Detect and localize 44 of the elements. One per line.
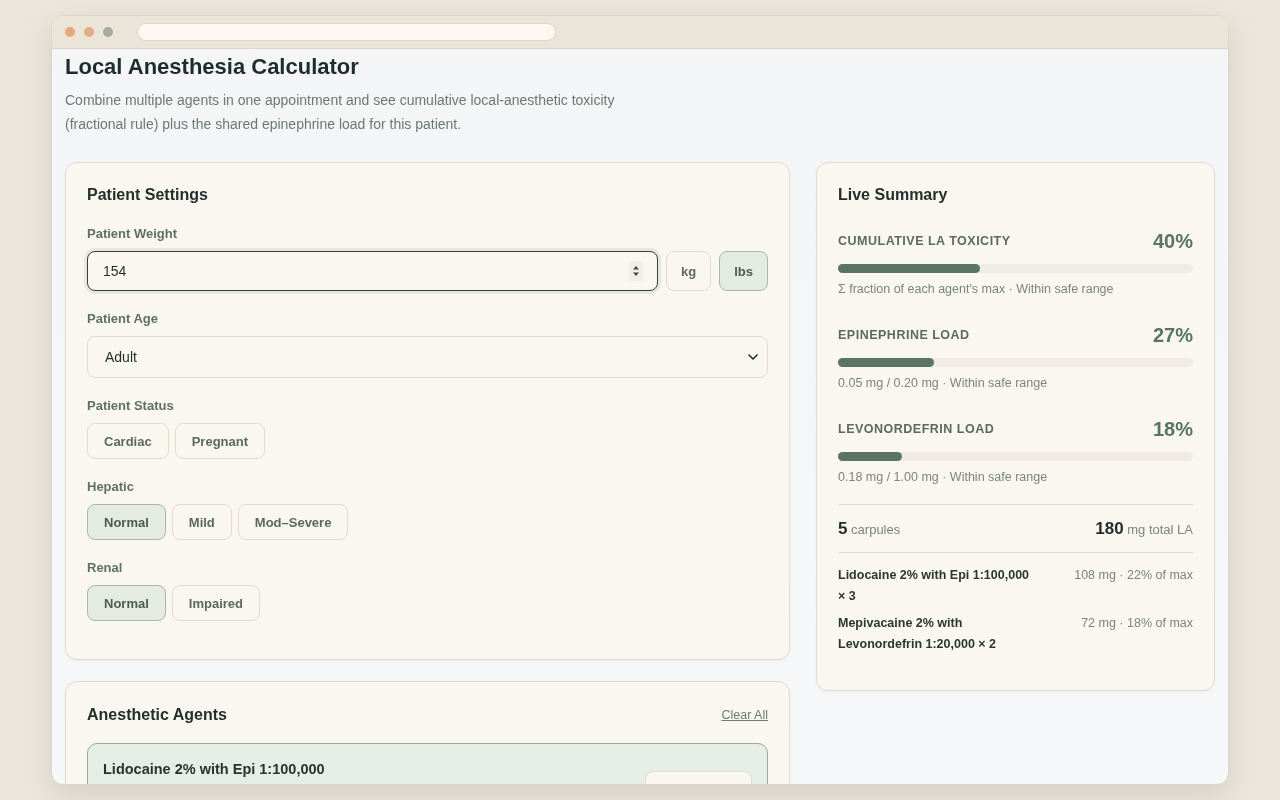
metric-caption: 0.18 mg / 1.00 mg · Within safe range: [838, 469, 1049, 486]
window-dot-icon[interactable]: [65, 27, 75, 37]
stepper-icon[interactable]: [629, 261, 644, 281]
dose-detail: 108 mg · 22% of max: [1074, 567, 1193, 584]
card-title: Anesthetic Agents: [87, 705, 227, 725]
field-label: Patient Status: [87, 397, 175, 415]
chevron-icon: [748, 354, 758, 360]
address-field[interactable]: [137, 23, 556, 41]
age-select[interactable]: Adult: [87, 336, 768, 378]
card-title: Patient Settings: [87, 185, 209, 205]
field-label: Hepatic: [87, 478, 135, 496]
dose-agent-name: Mepivacaine 2% with Levonordefrin 1:20,000 × 2: [838, 615, 998, 653]
clear-all-link[interactable]: Clear All: [721, 708, 768, 722]
option-button[interactable]: Mod–Severe: [237, 504, 349, 540]
agent-name: Lidocaine 2% with Epi 1:100,000: [103, 760, 325, 779]
dose-agent-name: Lidocaine 2% with Epi 1:100,000 × 3: [838, 567, 1031, 605]
metric-percent: 18%: [1152, 417, 1193, 442]
unit-button[interactable]: kg: [666, 251, 712, 291]
option-button[interactable]: Mild: [171, 504, 232, 540]
option-button[interactable]: Impaired: [171, 585, 260, 621]
metric-label: EPINEPHRINE LOAD: [838, 328, 970, 342]
dose-detail: 72 mg · 18% of max: [1081, 615, 1193, 632]
field-label: Patient Age: [87, 310, 160, 328]
option-button[interactable]: Cardiac: [87, 423, 169, 459]
metric-caption: Σ fraction of each agent's max · Within safe range: [838, 281, 1115, 298]
page-title: Local Anesthesia Calculator: [65, 54, 360, 80]
window-dot-icon[interactable]: [84, 27, 94, 37]
option-button[interactable]: Normal: [87, 585, 166, 621]
total-figure: 5 carpules: [838, 518, 901, 540]
field-label: Patient Weight: [87, 225, 179, 243]
total-figure: 180 mg total LA: [1095, 518, 1193, 540]
option-button[interactable]: Normal: [87, 504, 166, 540]
option-button[interactable]: Pregnant: [174, 423, 266, 459]
weight-input[interactable]: 154: [87, 251, 659, 291]
unit-button[interactable]: lbs: [719, 251, 768, 291]
page-description: Combine multiple agents in one appointment and see cumulative local-anesthetic toxicity (fractional rule) plus the shared epinephrine load for this patient.: [65, 91, 616, 134]
metric-percent: 40%: [1152, 229, 1193, 254]
metric-label: CUMULATIVE LA TOXICITY: [838, 234, 1011, 248]
metric-caption: 0.05 mg / 0.20 mg · Within safe range: [838, 375, 1049, 392]
metric-percent: 27%: [1152, 323, 1193, 348]
card-title: Live Summary: [838, 185, 949, 205]
metric-label: LEVONORDEFRIN LOAD: [838, 422, 995, 436]
window-dot-icon[interactable]: [103, 27, 113, 37]
field-label: Renal: [87, 559, 124, 577]
